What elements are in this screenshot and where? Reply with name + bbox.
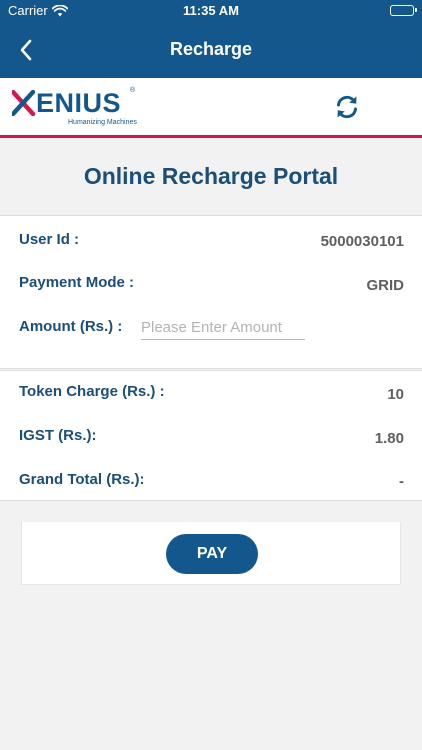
pay-button[interactable]: PAY — [166, 534, 258, 574]
logo-wordmark: ENIUS — [36, 88, 122, 118]
payment-mode-label: Payment Mode : — [19, 274, 135, 291]
refresh-icon — [337, 95, 357, 119]
igst-label: IGST (Rs.): — [19, 427, 97, 444]
refresh-button[interactable] — [333, 93, 361, 121]
clock: 11:35 AM — [183, 3, 239, 18]
payment-mode-value: GRID — [366, 277, 405, 294]
user-id-label: User Id : — [19, 231, 80, 248]
token-charge-value: 10 — [387, 386, 404, 403]
logo-registered-mark: ® — [130, 87, 136, 94]
xenius-logo: ENIUS ® Humanizing Machines — [10, 87, 142, 128]
battery-icon — [390, 5, 417, 16]
logo-x-mark — [10, 89, 36, 117]
grand-total-value: - — [399, 473, 404, 490]
amount-input[interactable] — [141, 316, 305, 340]
page-title: Recharge — [169, 39, 253, 59]
user-details-card: User Id : 5000030101 Payment Mode : GRID… — [0, 215, 422, 369]
navigation-bar: Recharge — [0, 22, 422, 78]
token-charge-label: Token Charge (Rs.) : — [19, 383, 165, 400]
user-id-value: 5000030101 — [320, 233, 404, 250]
status-bar: Carrier 11:35 AM — [0, 0, 422, 22]
charges-card: Token Charge (Rs.) : 10 IGST (Rs.): 1.80… — [0, 370, 422, 501]
pay-card: PAY — [21, 522, 401, 585]
amount-label: Amount (Rs.) : — [19, 318, 123, 335]
portal-title: Online Recharge Portal — [83, 163, 339, 189]
logo-tagline: Humanizing Machines — [68, 119, 137, 126]
grand-total-label: Grand Total (Rs.): — [19, 471, 145, 488]
igst-value: 1.80 — [374, 430, 404, 447]
